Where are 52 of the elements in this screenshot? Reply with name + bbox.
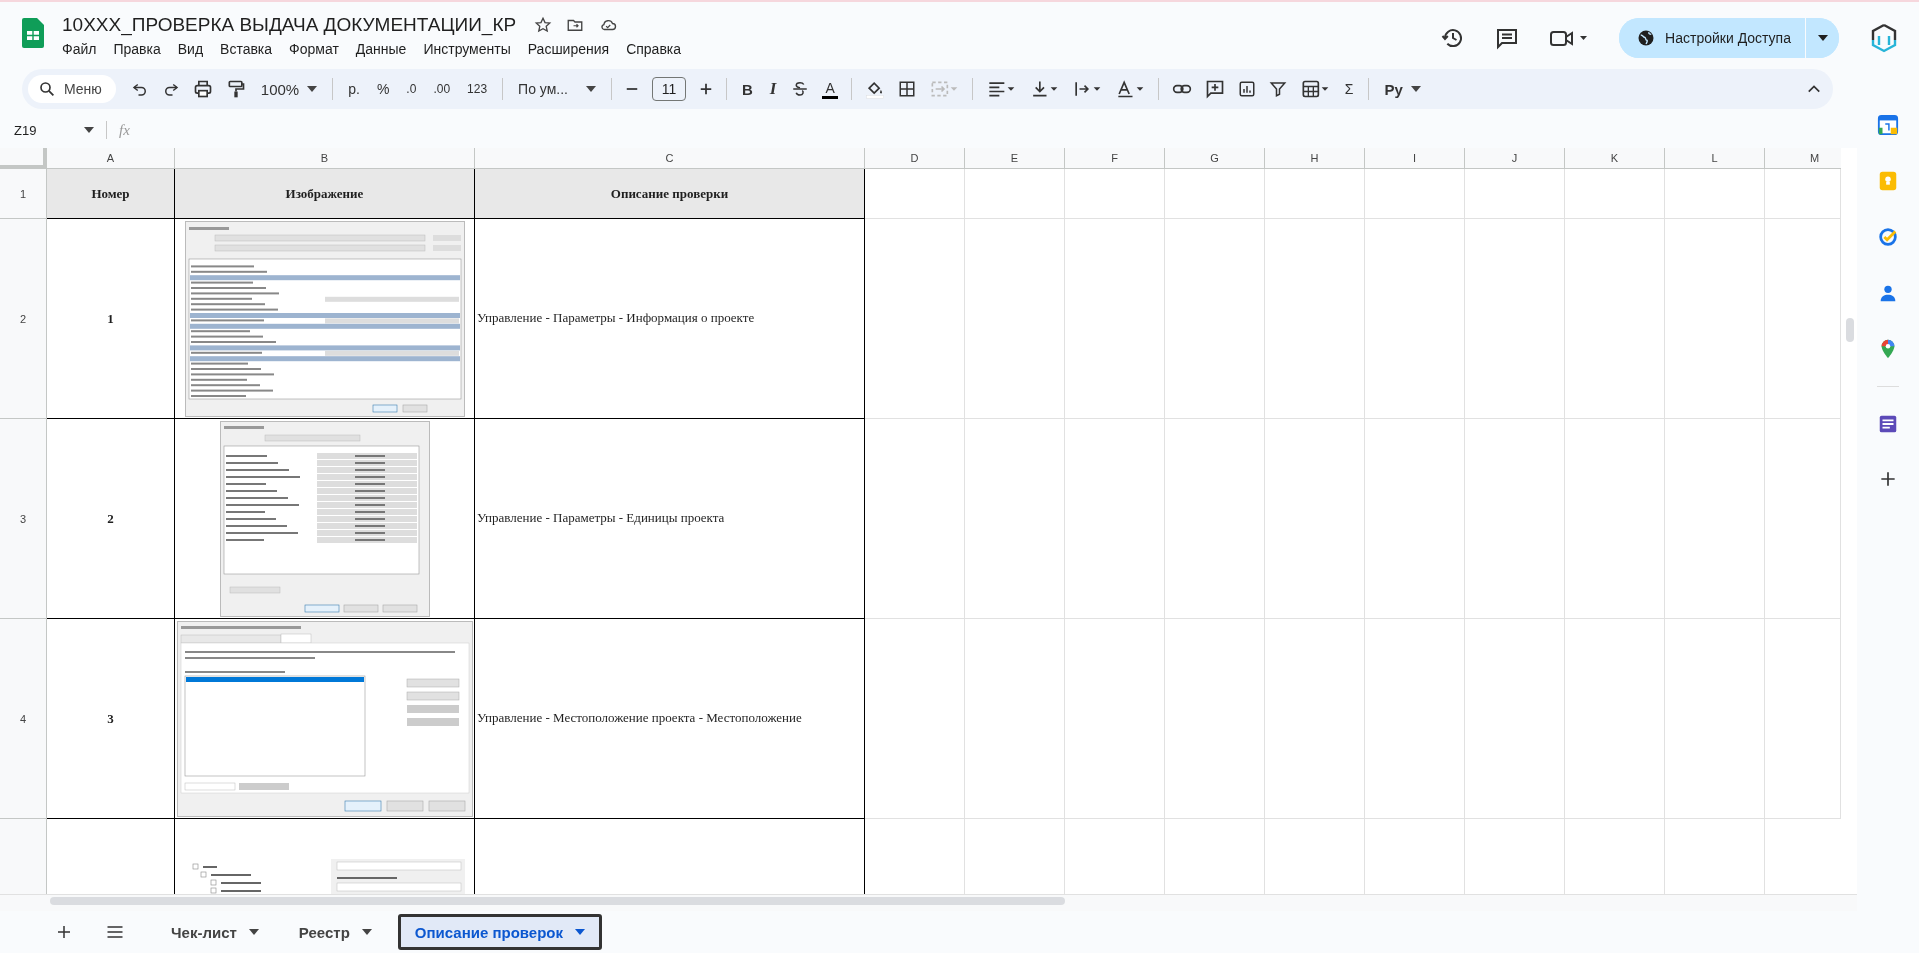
row-header[interactable]: 1 bbox=[0, 169, 47, 219]
number-cell: 2 bbox=[107, 510, 114, 527]
column-header[interactable]: F bbox=[1065, 148, 1165, 169]
column-header[interactable]: D bbox=[865, 148, 965, 169]
column-header[interactable]: L bbox=[1665, 148, 1765, 169]
menu-item[interactable]: Данные bbox=[355, 39, 414, 59]
column-header[interactable]: I bbox=[1365, 148, 1465, 169]
menu-item[interactable]: Вид bbox=[177, 39, 211, 59]
header-cell: Изображение bbox=[175, 169, 475, 219]
header-cell: Описание проверки bbox=[475, 169, 865, 219]
number-format-button[interactable]: 123 bbox=[465, 80, 490, 98]
font-size-field[interactable]: 11 bbox=[651, 77, 686, 101]
row-header[interactable]: 2 bbox=[0, 219, 47, 419]
menu-search-field[interactable]: Меню bbox=[28, 75, 116, 103]
functions-button[interactable]: Σ bbox=[1342, 79, 1356, 99]
sheet-tab[interactable]: Реестр bbox=[284, 914, 386, 950]
name-box[interactable]: Z19 bbox=[14, 122, 94, 138]
description-cell: Управление - Местоположение проекта - Местоположение bbox=[477, 710, 802, 727]
sheet-tab[interactable]: Описание проверок bbox=[397, 914, 602, 950]
column-header[interactable]: H bbox=[1265, 148, 1365, 169]
column-header[interactable]: E bbox=[965, 148, 1065, 169]
menu-item[interactable]: Справка bbox=[626, 39, 689, 59]
header-cell: Номер bbox=[47, 169, 175, 219]
menu-item[interactable]: Расширения bbox=[527, 39, 617, 59]
function-label: fx bbox=[119, 121, 130, 139]
zoom-dropdown[interactable]: 100% bbox=[258, 78, 320, 100]
column-header[interactable]: G bbox=[1165, 148, 1265, 169]
currency-format-button[interactable]: р. bbox=[346, 79, 362, 99]
menu-item[interactable]: Инструменты bbox=[423, 39, 518, 59]
font-dropdown[interactable]: По ум... bbox=[516, 79, 598, 99]
increase-decimal-button[interactable]: .00 bbox=[431, 80, 453, 98]
row-header[interactable]: 4 bbox=[0, 619, 47, 819]
column-header[interactable]: K bbox=[1565, 148, 1665, 169]
menu-item[interactable]: Файл bbox=[62, 39, 104, 59]
decrease-decimal-button[interactable]: .0 bbox=[404, 80, 419, 98]
number-cell: 3 bbox=[107, 710, 114, 727]
menu-item[interactable]: Правка bbox=[113, 39, 168, 59]
sheet-tab[interactable]: Чек-лист bbox=[157, 914, 273, 950]
number-cell: 1 bbox=[107, 310, 114, 327]
column-header[interactable]: J bbox=[1465, 148, 1565, 169]
description-cell: Управление - Параметры - Информация о проекте bbox=[477, 310, 755, 327]
python-button[interactable]: Pу bbox=[1382, 78, 1423, 100]
column-header[interactable]: M bbox=[1765, 148, 1841, 169]
bold-button[interactable]: B bbox=[739, 78, 755, 100]
row-header[interactable]: 3 bbox=[0, 419, 47, 619]
percent-format-button[interactable]: % bbox=[374, 79, 392, 99]
document-title[interactable]: 10XXX_ПРОВЕРКА ВЫДАЧА ДОКУМЕНТАЦИИ_КР bbox=[62, 14, 521, 36]
menu-item[interactable]: Формат bbox=[289, 39, 346, 59]
menu-item[interactable]: Вставка bbox=[220, 39, 280, 59]
italic-button[interactable]: I bbox=[767, 77, 779, 101]
description-cell: Управление - Параметры - Единицы проекта bbox=[477, 510, 725, 527]
text-color-button[interactable]: A bbox=[822, 79, 838, 99]
